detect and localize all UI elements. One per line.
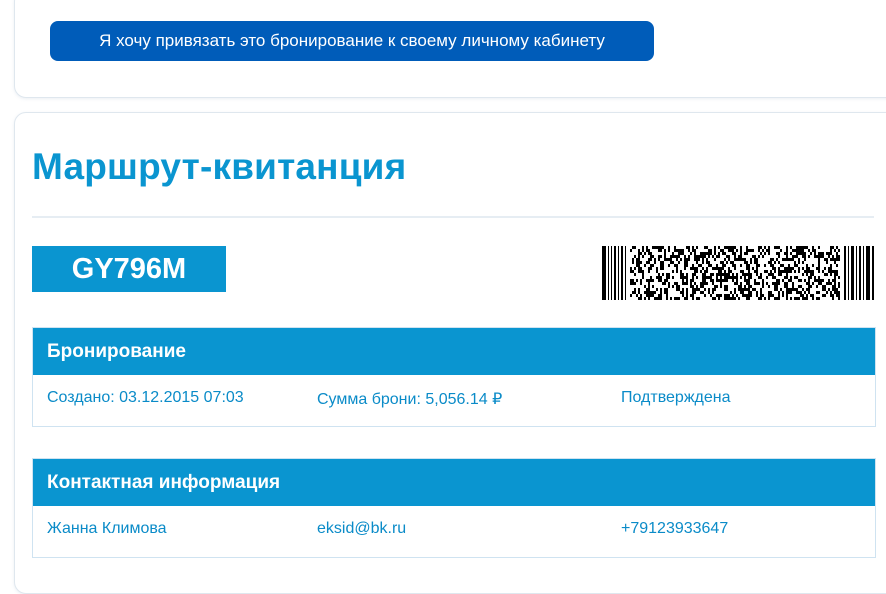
contact-name: Жанна Климова bbox=[47, 520, 167, 537]
contact-email[interactable]: eksid@bk.ru bbox=[317, 520, 406, 538]
booking-created-date: Создано: 03.12.2015 07:03 bbox=[47, 389, 244, 406]
booking-amount: Сумма брони: 5,056.14 ₽ bbox=[317, 391, 503, 408]
contact-details-row: Жанна Климова eksid@bk.ru +79123933647 bbox=[33, 506, 875, 557]
title-divider bbox=[32, 216, 874, 218]
link-booking-to-account-button[interactable]: Я хочу привязать это бронирование к свое… bbox=[50, 21, 654, 61]
contact-section-header: Контактная информация bbox=[33, 459, 875, 506]
booking-details-row: Создано: 03.12.2015 07:03 Сумма брони: 5… bbox=[33, 375, 875, 426]
page-title: Маршрут-квитанция bbox=[32, 146, 407, 187]
booking-code-badge: GY796M bbox=[32, 246, 226, 292]
booking-section-header: Бронирование bbox=[33, 328, 875, 375]
contact-phone[interactable]: +79123933647 bbox=[621, 520, 728, 538]
booking-section: Бронирование Создано: 03.12.2015 07:03 С… bbox=[32, 327, 876, 427]
barcode-image bbox=[602, 246, 874, 305]
booking-status: Подтверждена bbox=[621, 389, 731, 406]
contact-section: Контактная информация Жанна Климова eksi… bbox=[32, 458, 876, 558]
